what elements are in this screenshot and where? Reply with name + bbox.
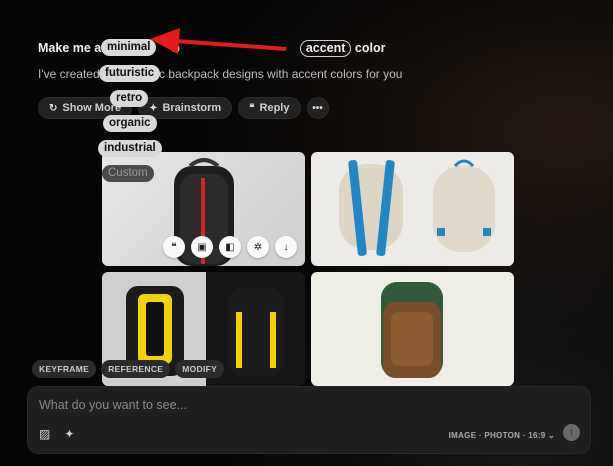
- prompt-prefix: Make me a: [38, 41, 102, 55]
- accent-token[interactable]: accent: [299, 40, 352, 57]
- option-industrial[interactable]: industrial: [98, 140, 162, 157]
- ellipsis-icon: •••: [312, 102, 323, 114]
- option-minimal[interactable]: minimal: [101, 39, 157, 56]
- keyframe-icon[interactable]: ◧: [219, 236, 241, 258]
- response-text: I've created minimalistic backpack desig…: [38, 67, 403, 81]
- image-tool-row: ❝ ▣ ◧ ✲ ↓: [163, 236, 297, 258]
- quote-icon[interactable]: ❝: [163, 236, 185, 258]
- settings-label: IMAGE · PHOTON · 16:9: [448, 431, 546, 440]
- prompt-input-box: ▨ ✦ IMAGE · PHOTON · 16:9 ⌄ ↑: [27, 386, 591, 454]
- input-tools: ▨ ✦: [39, 427, 74, 441]
- chip-keyframe[interactable]: KEYFRAME: [32, 360, 97, 378]
- annotation-arrow-icon: [150, 28, 287, 54]
- prompt-suffix: color: [354, 41, 386, 55]
- brainstorm-label: Brainstorm: [162, 102, 222, 114]
- arrow-up-icon: ↑: [569, 427, 574, 438]
- download-icon[interactable]: ↓: [275, 236, 297, 258]
- generation-settings[interactable]: IMAGE · PHOTON · 16:9 ⌄: [449, 431, 555, 440]
- option-futuristic[interactable]: futuristic: [99, 65, 161, 82]
- sparkle-icon[interactable]: ✦: [64, 427, 74, 441]
- backpack-image-blue-straps: [339, 159, 495, 256]
- app-frame: Make me a b accent color I've created mi…: [0, 0, 613, 466]
- chevron-down-icon: ⌄: [547, 431, 555, 440]
- image-tile-4[interactable]: [311, 272, 514, 386]
- sparkle-icon: ✦: [149, 102, 158, 114]
- cycle-icon: ↻: [49, 102, 58, 114]
- backpack-image-leather: [381, 282, 443, 378]
- chip-modify[interactable]: MODIFY: [175, 360, 225, 378]
- option-organic[interactable]: organic: [103, 115, 157, 132]
- option-custom[interactable]: Custom: [102, 165, 154, 182]
- response-actions: ↻ Show More ✦ Brainstorm ❝ Reply •••: [38, 97, 329, 119]
- chip-reference[interactable]: REFERENCE: [101, 360, 171, 378]
- reply-button[interactable]: ❝ Reply: [238, 97, 301, 119]
- prompt-input[interactable]: [39, 398, 559, 412]
- send-button[interactable]: ↑: [563, 424, 580, 441]
- quote-icon: ❝: [249, 102, 255, 114]
- more-options-button[interactable]: •••: [306, 97, 329, 119]
- image-tile-2[interactable]: [311, 152, 514, 266]
- input-chips: KEYFRAME REFERENCE MODIFY: [32, 360, 225, 378]
- option-retro[interactable]: retro: [110, 90, 149, 107]
- modify-icon[interactable]: ✲: [247, 236, 269, 258]
- reference-icon[interactable]: ▣: [191, 236, 213, 258]
- reply-label: Reply: [259, 102, 290, 114]
- image-upload-icon[interactable]: ▨: [39, 427, 50, 441]
